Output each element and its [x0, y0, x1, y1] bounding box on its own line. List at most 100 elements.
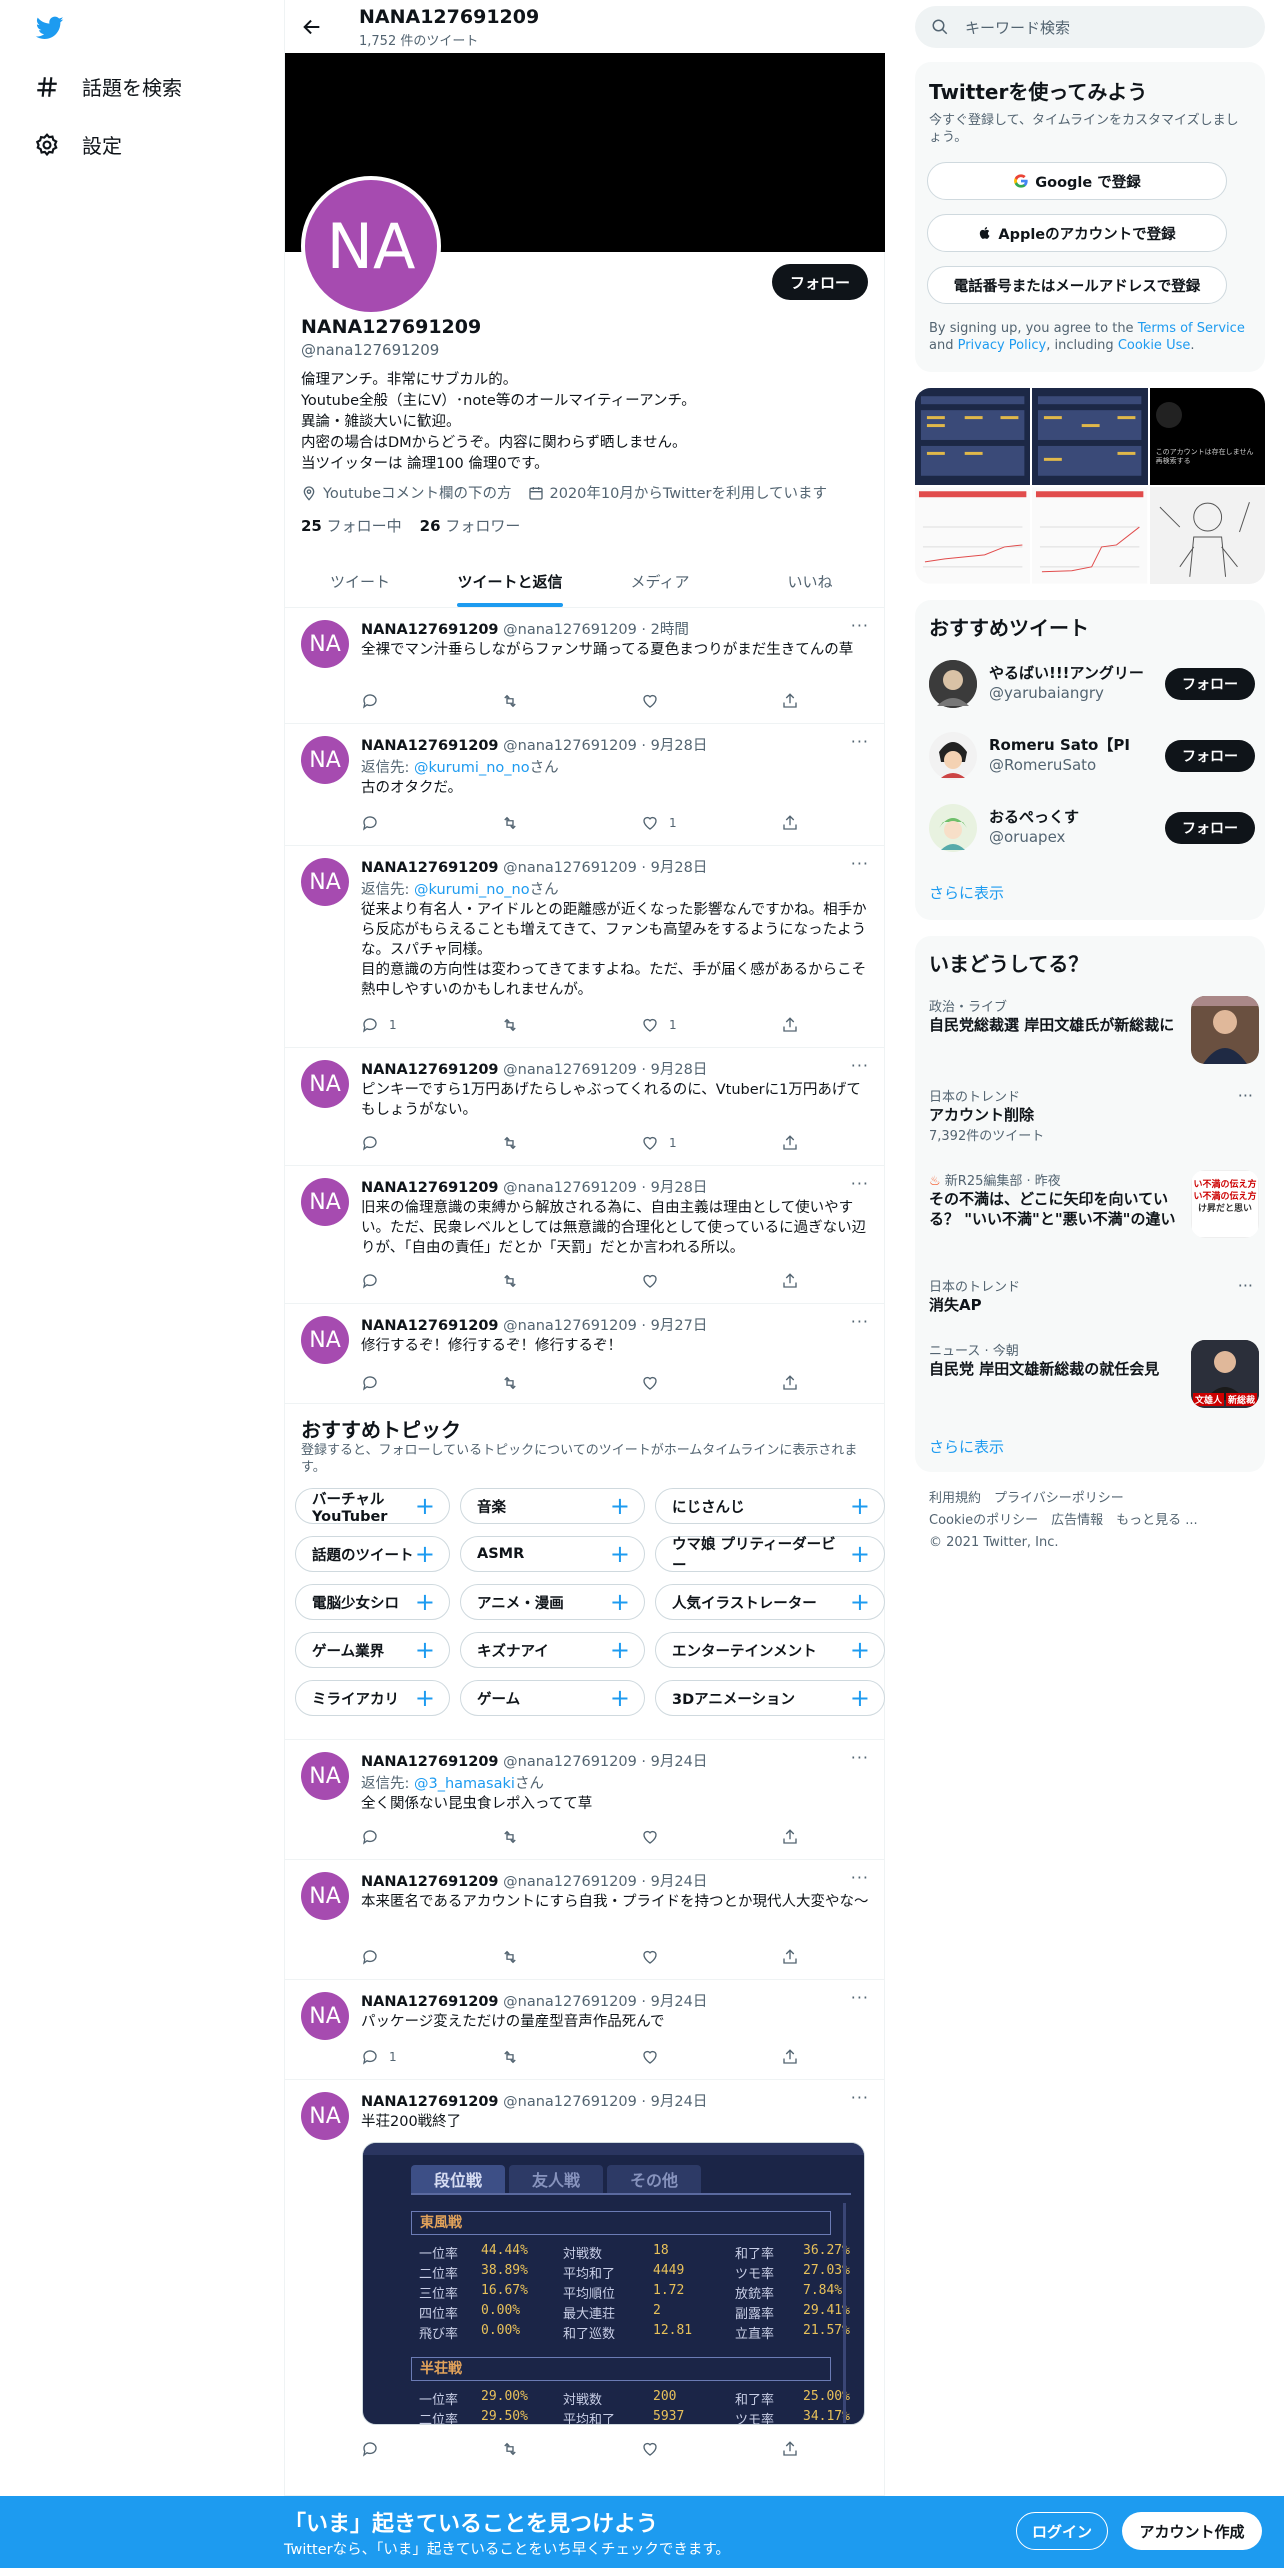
share-button[interactable] [781, 1134, 801, 1152]
who-to-follow-item[interactable]: おるぺっくす @oruapex フォロー [929, 800, 1259, 856]
plus-icon[interactable]: + [415, 1492, 435, 1520]
reply-to-link[interactable]: @kurumi_no_no [414, 760, 530, 776]
footer-line[interactable]: Cookieのポリシー 広告情報 もっと見る ... [929, 1510, 1259, 1532]
signup-button[interactable]: アカウント作成 [1122, 2512, 1262, 2550]
tweet-author-name[interactable]: NANA127691209 [361, 1180, 499, 1196]
reply-button[interactable] [361, 1272, 461, 1290]
like-button[interactable]: 1 [641, 814, 741, 832]
trend-item[interactable]: 政治・ライブ 自民党総裁選 岸田文雄氏が新総裁に [929, 996, 1259, 1070]
reply-to-link[interactable]: @3_hamasaki [414, 1776, 515, 1792]
who-to-follow-show-more[interactable]: さらに表示 [929, 882, 1004, 903]
following-link[interactable]: 25 フォロー中 [301, 515, 402, 536]
tweet-author-name[interactable]: NANA127691209 [361, 1994, 499, 2010]
share-button[interactable] [781, 1948, 801, 1966]
more-options-icon[interactable]: ··· [851, 1868, 869, 1887]
media-thumbnail[interactable] [1032, 388, 1148, 485]
tweet-author-name[interactable]: NANA127691209 [361, 2094, 499, 2110]
tweet-author-name[interactable]: NANA127691209 [361, 1874, 499, 1890]
tab-media[interactable]: メディア [585, 555, 735, 607]
retweet-button[interactable] [501, 1016, 601, 1034]
plus-icon[interactable]: + [415, 1684, 435, 1712]
who-to-follow-item[interactable]: Romeru Sato【PI @RomeruSato フォロー [929, 728, 1259, 784]
tweet-author-name[interactable]: NANA127691209 [361, 1062, 499, 1078]
tab-tweets-and-replies[interactable]: ツイートと返信 [435, 555, 585, 607]
topic-chip[interactable]: ミライアカリ + [295, 1680, 450, 1716]
plus-icon[interactable]: + [610, 1684, 630, 1712]
tweet[interactable]: NA NANA127691209 @nana127691209 · 9月28日 ··… [285, 846, 885, 1048]
tab-tweets[interactable]: ツイート [285, 555, 435, 607]
share-button[interactable] [781, 692, 801, 710]
tweet[interactable]: NA NANA127691209 @nana127691209 · 9月24日 ··… [285, 2080, 885, 2496]
tweet[interactable]: NA NANA127691209 @nana127691209 · 9月27日 ··… [285, 1304, 885, 1404]
tweet[interactable]: NA NANA127691209 @nana127691209 · 9月24日 ··… [285, 1860, 885, 1980]
retweet-button[interactable] [501, 2440, 601, 2458]
search-box[interactable]: キーワード検索 [915, 6, 1265, 48]
topic-chip[interactable]: バーチャルYouTuber + [295, 1488, 450, 1525]
tweet-author-name[interactable]: NANA127691209 [361, 738, 499, 754]
tweet-image[interactable]: 段位戦 友人戦 その他 東風戦 一位率 44.44% 対戦数 18 和了率 36.27% 二位率 38… [362, 2142, 865, 2425]
more-options-icon[interactable]: ··· [851, 2088, 869, 2107]
tweet[interactable]: NA NANA127691209 @nana127691209 · 9月24日 ··… [285, 1980, 885, 2080]
follow-button[interactable]: フォロー [771, 264, 868, 300]
tweet-author-name[interactable]: NANA127691209 [361, 860, 499, 876]
cookie-use-link[interactable]: Cookie Use [1118, 338, 1191, 353]
tweet[interactable]: NA NANA127691209 @nana127691209 · 9月28日 ··… [285, 724, 885, 846]
retweet-button[interactable] [501, 1828, 601, 1846]
topic-chip[interactable]: ゲーム + [460, 1680, 645, 1716]
plus-icon[interactable]: + [415, 1540, 435, 1568]
terms-of-service-link[interactable]: Terms of Service [1138, 321, 1245, 336]
like-button[interactable] [641, 2048, 741, 2066]
trend-item[interactable]: ♨ 新R25編集部 · 昨夜 その不満は、どこに矢印を向いている？ "いい不満"… [929, 1170, 1259, 1254]
media-thumbnail[interactable] [1032, 487, 1148, 584]
tweet[interactable]: NA NANA127691209 @nana127691209 · 9月24日 ··… [285, 1740, 885, 1860]
avatar[interactable]: NA [301, 1060, 349, 1108]
topic-chip[interactable]: 話題のツイート + [295, 1536, 450, 1572]
more-options-icon[interactable]: ··· [851, 854, 869, 873]
topic-chip[interactable]: 音楽 + [460, 1488, 645, 1524]
plus-icon[interactable]: + [850, 1636, 870, 1664]
reply-button[interactable] [361, 1948, 461, 1966]
tweet[interactable]: NA NANA127691209 @nana127691209 · 9月28日 ··… [285, 1166, 885, 1304]
reply-to-link[interactable]: @kurumi_no_no [414, 882, 530, 898]
plus-icon[interactable]: + [850, 1684, 870, 1712]
privacy-policy-link[interactable]: Privacy Policy [958, 338, 1047, 353]
like-button[interactable] [641, 1828, 741, 1846]
avatar[interactable]: NA [301, 2092, 349, 2140]
topic-chip[interactable]: エンターテインメント + [655, 1632, 885, 1668]
more-options-icon[interactable]: ··· [851, 732, 869, 751]
plus-icon[interactable]: + [610, 1492, 630, 1520]
retweet-button[interactable] [501, 1134, 601, 1152]
more-options-icon[interactable]: ··· [851, 1748, 869, 1767]
media-thumbnail[interactable] [915, 388, 1031, 485]
retweet-button[interactable] [501, 1948, 601, 1966]
more-options-icon[interactable]: ··· [851, 1988, 869, 2007]
avatar[interactable]: NA [301, 736, 349, 784]
follow-button[interactable]: フォロー [1165, 812, 1255, 844]
topic-chip[interactable]: ASMR + [460, 1536, 645, 1572]
reply-button[interactable] [361, 692, 461, 710]
plus-icon[interactable]: + [610, 1588, 630, 1616]
topic-chip[interactable]: キズナアイ + [460, 1632, 645, 1668]
share-button[interactable] [781, 1016, 801, 1034]
phone-email-signup-button[interactable]: 電話番号またはメールアドレスで登録 [927, 266, 1227, 304]
trend-item[interactable]: ニュース · 今朝 自民党 岸田文雄新総裁の就任会見 文雄人 新総裁 [929, 1340, 1259, 1410]
follow-button[interactable]: フォロー [1165, 740, 1255, 772]
reply-button[interactable] [361, 1828, 461, 1846]
topic-chip[interactable]: 電脳少女シロ + [295, 1584, 450, 1620]
retweet-button[interactable] [501, 1374, 601, 1392]
login-button[interactable]: ログイン [1016, 2512, 1108, 2550]
like-button[interactable] [641, 692, 741, 710]
nav-settings[interactable]: 設定 [34, 130, 122, 159]
avatar[interactable]: NA [301, 1872, 349, 1920]
tweet-author-name[interactable]: NANA127691209 [361, 1318, 499, 1334]
share-button[interactable] [781, 2440, 801, 2458]
topic-chip[interactable]: ゲーム業界 + [295, 1632, 450, 1668]
trend-item[interactable]: 日本のトレンド 消失AP ··· [929, 1276, 1259, 1324]
back-arrow-icon[interactable] [301, 16, 323, 38]
more-options-icon[interactable]: ··· [851, 1174, 869, 1193]
reply-button[interactable]: 1 [361, 2048, 461, 2066]
media-thumbnail[interactable]: このアカウントは存在しません 再検索する [1149, 388, 1265, 485]
like-button[interactable] [641, 2440, 741, 2458]
like-button[interactable] [641, 1948, 741, 1966]
followers-link[interactable]: 26 フォロワー [420, 515, 521, 536]
